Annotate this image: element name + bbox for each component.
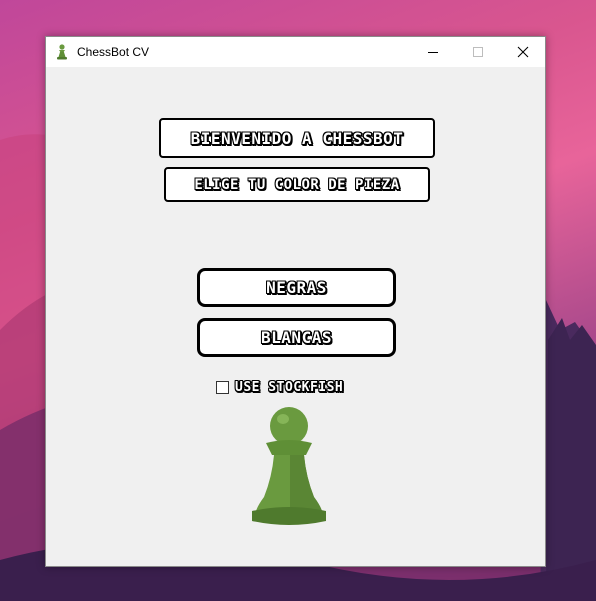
minimize-button[interactable] — [410, 37, 455, 67]
stockfish-option[interactable]: USE STOCKFISH — [216, 379, 343, 395]
desktop-wallpaper: ChessBot CV BIENVENIDO A CHESSBOT ELIGE … — [0, 0, 596, 601]
welcome-heading: BIENVENIDO A CHESSBOT — [159, 118, 435, 158]
maximize-button[interactable] — [455, 37, 500, 67]
choose-color-label: ELIGE TU COLOR DE PIEZA — [164, 167, 430, 202]
pawn-icon — [252, 407, 326, 525]
maximize-icon — [472, 47, 483, 57]
black-pieces-button[interactable]: NEGRAS — [197, 268, 396, 307]
title-bar[interactable]: ChessBot CV — [46, 37, 545, 67]
minimize-icon — [427, 52, 438, 53]
app-window: ChessBot CV BIENVENIDO A CHESSBOT ELIGE … — [45, 36, 546, 567]
window-title: ChessBot CV — [77, 45, 150, 59]
stockfish-label: USE STOCKFISH — [235, 379, 344, 395]
stockfish-checkbox[interactable] — [216, 380, 229, 394]
close-icon — [517, 46, 528, 58]
close-button[interactable] — [500, 37, 545, 67]
white-pieces-button[interactable]: BLANCAS — [197, 318, 396, 357]
pawn-icon — [57, 44, 67, 60]
